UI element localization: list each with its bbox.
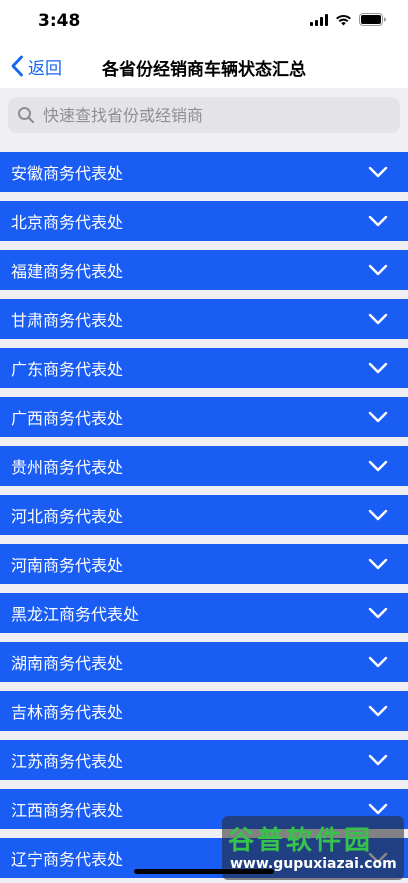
list-item[interactable]: 广西商务代表处 — [0, 397, 408, 437]
navigation-bar: 返回 各省份经销商车辆状态汇总 — [0, 44, 408, 88]
home-indicator[interactable] — [134, 869, 274, 874]
chevron-down-icon — [368, 705, 388, 717]
wifi-icon — [335, 14, 352, 26]
list-item[interactable]: 黑龙江商务代表处 — [0, 593, 408, 633]
status-icons — [310, 13, 386, 26]
list-item[interactable]: 吉林商务代表处 — [0, 691, 408, 731]
list-item-label: 广西商务代表处 — [11, 409, 124, 428]
chevron-down-icon — [368, 460, 388, 472]
list-item[interactable]: 安徽商务代表处 — [0, 152, 408, 192]
list-item-label: 广东商务代表处 — [11, 360, 124, 379]
list-item-label: 辽宁商务代表处 — [11, 850, 124, 869]
list-item-label: 安徽商务代表处 — [11, 164, 124, 183]
list-item-label: 吉林商务代表处 — [11, 703, 124, 722]
chevron-down-icon — [368, 803, 388, 815]
watermark-title: 谷普软件园 — [228, 826, 374, 856]
list-item-label: 河北商务代表处 — [11, 507, 124, 526]
battery-icon — [359, 13, 386, 26]
list-item[interactable]: 河北商务代表处 — [0, 495, 408, 535]
list-item[interactable]: 湖南商务代表处 — [0, 642, 408, 682]
search-input[interactable] — [41, 104, 385, 126]
list-item-label: 贵州商务代表处 — [11, 458, 124, 477]
chevron-down-icon — [368, 166, 388, 178]
chevron-down-icon — [368, 264, 388, 276]
search-icon — [18, 107, 35, 124]
chevron-down-icon — [368, 558, 388, 570]
status-bar: 3:48 — [0, 0, 408, 44]
cellular-signal-icon — [310, 13, 328, 26]
list-item[interactable]: 北京商务代表处 — [0, 201, 408, 241]
chevron-down-icon — [368, 607, 388, 619]
list-item-label: 甘肃商务代表处 — [11, 311, 124, 330]
page-title: 各省份经销商车辆状态汇总 — [102, 60, 306, 80]
chevron-down-icon — [368, 362, 388, 374]
chevron-down-icon — [368, 313, 388, 325]
search-bar — [0, 88, 408, 142]
list-item[interactable]: 贵州商务代表处 — [0, 446, 408, 486]
list-item-label: 河南商务代表处 — [11, 556, 124, 575]
list-item[interactable]: 福建商务代表处 — [0, 250, 408, 290]
list-item[interactable]: 广东商务代表处 — [0, 348, 408, 388]
list-item-label: 北京商务代表处 — [11, 213, 124, 232]
list-item-label: 江西商务代表处 — [11, 801, 124, 820]
chevron-down-icon — [368, 754, 388, 766]
list-item-label: 江苏商务代表处 — [11, 752, 124, 771]
list-item[interactable]: 江苏商务代表处 — [0, 740, 408, 780]
status-time: 3:48 — [38, 11, 81, 31]
chevron-down-icon — [368, 656, 388, 668]
chevron-down-icon — [368, 215, 388, 227]
list-item-label: 福建商务代表处 — [11, 262, 124, 281]
list-item[interactable]: 河南商务代表处 — [0, 544, 408, 584]
chevron-down-icon — [368, 509, 388, 521]
list-item-label: 黑龙江商务代表处 — [11, 605, 140, 624]
search-box[interactable] — [8, 97, 400, 133]
list-item[interactable]: 甘肃商务代表处 — [0, 299, 408, 339]
chevron-down-icon — [368, 411, 388, 423]
province-list: 安徽商务代表处 北京商务代表处 福建商务代表处 甘肃商务代表处 广东商务代表处 … — [0, 142, 408, 883]
list-item-label: 湖南商务代表处 — [11, 654, 124, 673]
